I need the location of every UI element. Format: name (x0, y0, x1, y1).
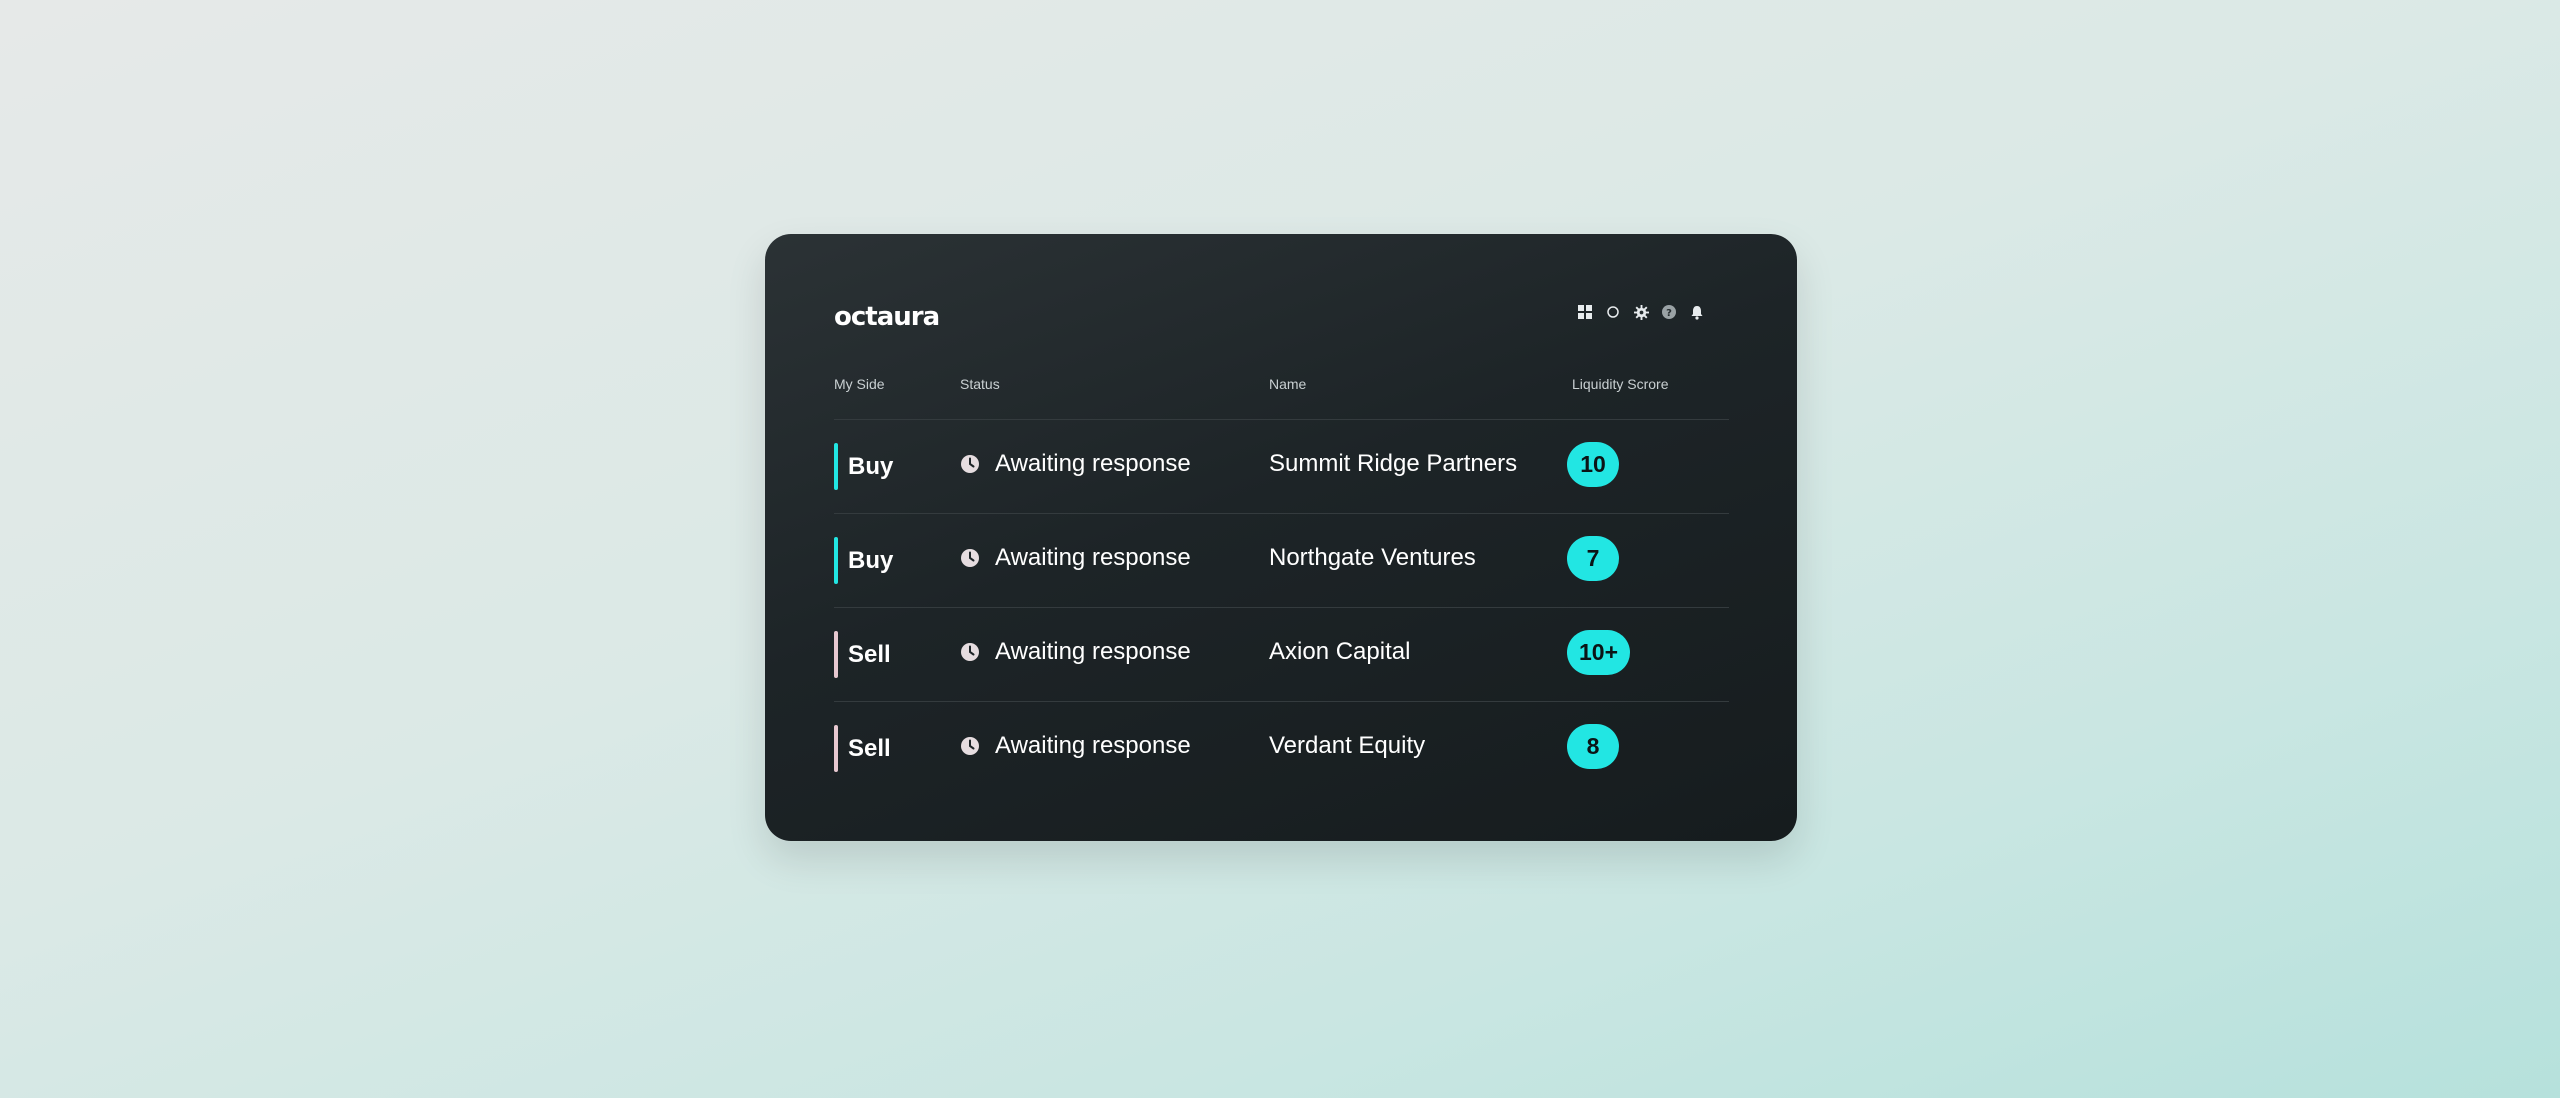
buy-indicator-bar (834, 443, 838, 490)
status-label: Awaiting response (995, 638, 1191, 665)
column-header-liquidity-score[interactable]: Liquidity Scrore (1572, 376, 1669, 392)
buy-indicator-bar (834, 537, 838, 584)
liquidity-score-badge: 7 (1567, 536, 1619, 581)
bell-icon[interactable] (1689, 304, 1705, 320)
clock-icon (961, 737, 979, 755)
counterparty-name: Northgate Ventures (1269, 544, 1476, 571)
side-label: Buy (848, 546, 894, 574)
clock-icon (961, 455, 979, 473)
side-cell: Sell (834, 725, 891, 772)
status-cell: Awaiting response (960, 544, 1191, 572)
status-label: Awaiting response (995, 732, 1191, 759)
side-label: Sell (848, 640, 891, 668)
column-header-name[interactable]: Name (1269, 376, 1306, 392)
refresh-icon[interactable] (1605, 304, 1621, 320)
liquidity-score-badge: 8 (1567, 724, 1619, 769)
table-row[interactable]: Sell Awaiting response Verdant Equity 8 (834, 701, 1729, 795)
counterparty-name: Axion Capital (1269, 638, 1411, 665)
status-cell: Awaiting response (960, 450, 1191, 478)
side-cell: Buy (834, 537, 893, 584)
grid-icon[interactable] (1577, 304, 1593, 320)
toolbar: ? (1577, 304, 1705, 320)
counterparty-name: Verdant Equity (1269, 732, 1426, 759)
status-label: Awaiting response (995, 544, 1191, 571)
clock-icon (961, 643, 979, 661)
column-header-my-side[interactable]: My Side (834, 376, 885, 392)
trade-table: Buy Awaiting response Summit Ridge Partn… (834, 419, 1729, 795)
status-label: Awaiting response (995, 450, 1191, 477)
sell-indicator-bar (834, 631, 838, 678)
clock-icon (961, 549, 979, 567)
table-row[interactable]: Buy Awaiting response Summit Ridge Partn… (834, 419, 1729, 513)
status-cell: Awaiting response (960, 732, 1191, 760)
table-header: My Side Status Name Liquidity Scrore (834, 376, 1729, 406)
help-icon[interactable]: ? (1661, 304, 1677, 320)
svg-text:?: ? (1666, 308, 1672, 319)
status-cell: Awaiting response (960, 638, 1191, 666)
side-cell: Buy (834, 443, 893, 490)
octaura-logo: octaura (834, 302, 940, 332)
column-header-status[interactable]: Status (960, 376, 1000, 392)
side-cell: Sell (834, 631, 891, 678)
gear-icon[interactable] (1633, 304, 1649, 320)
liquidity-score-badge: 10+ (1567, 630, 1631, 675)
table-row[interactable]: Sell Awaiting response Axion Capital 10+ (834, 607, 1729, 701)
trade-panel-card: octaura ? My Side Status Name Liquidity … (765, 234, 1797, 841)
liquidity-score-badge: 10 (1567, 442, 1619, 487)
side-label: Sell (848, 734, 891, 762)
sell-indicator-bar (834, 725, 838, 772)
side-label: Buy (848, 452, 894, 480)
table-row[interactable]: Buy Awaiting response Northgate Ventures… (834, 513, 1729, 607)
counterparty-name: Summit Ridge Partners (1269, 450, 1518, 477)
